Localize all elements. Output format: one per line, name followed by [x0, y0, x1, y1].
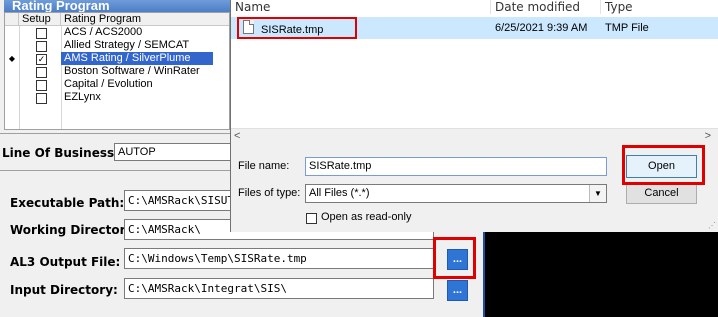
- read-only-checkbox[interactable]: [306, 213, 317, 224]
- rating-program-header: Rating Program: [4, 0, 230, 12]
- setup-checkbox[interactable]: [36, 67, 47, 78]
- rating-program-name: ACS / ACS2000: [64, 26, 143, 38]
- rating-program-name: Allied Strategy / SEMCAT: [64, 39, 190, 51]
- file-icon: [243, 20, 254, 34]
- line-of-business-field[interactable]: AUTOP: [114, 143, 234, 161]
- rating-program-row[interactable]: Allied Strategy / SEMCAT: [5, 39, 229, 52]
- rating-program-row[interactable]: EZLynx: [5, 91, 229, 104]
- open-button[interactable]: Open: [626, 155, 697, 178]
- files-of-type-value: All Files (*.*): [309, 187, 370, 199]
- files-of-type-label: Files of type:: [238, 187, 301, 199]
- line-of-business-label: Line Of Business:: [2, 146, 119, 160]
- current-row-indicator-icon: [5, 91, 19, 104]
- files-of-type-select[interactable]: All Files (*.*) ▼: [305, 184, 607, 203]
- file-type: TMP File: [605, 22, 649, 34]
- rating-program-name: Boston Software / WinRater: [64, 65, 200, 77]
- setup-checkbox[interactable]: [36, 28, 47, 39]
- current-row-indicator-icon: ◆: [8, 54, 16, 63]
- read-only-label: Open as read-only: [321, 211, 412, 223]
- scroll-right-icon[interactable]: >: [705, 130, 711, 142]
- current-row-indicator-icon: [5, 78, 19, 91]
- name-column-header[interactable]: Name: [231, 0, 491, 14]
- file-name-label: File name:: [238, 160, 290, 172]
- executable-path-label: Executable Path:: [10, 196, 125, 210]
- rating-program-grid: Setup Rating Program ACS / ACS2000 Allied…: [4, 12, 230, 130]
- rating-program-row[interactable]: ◆ ✓ AMS Rating / SilverPlume: [5, 52, 229, 65]
- window-edge: [483, 226, 485, 317]
- rating-program-name: Capital / Evolution: [64, 78, 153, 90]
- rating-program-name: AMS Rating / SilverPlume: [61, 52, 213, 65]
- file-date: 6/25/2021 9:39 AM: [495, 22, 588, 34]
- setup-column-header[interactable]: Setup: [19, 13, 61, 26]
- row-indicator-header: [5, 13, 19, 26]
- file-name: SISRate.tmp: [261, 24, 324, 36]
- al3-output-browse-button[interactable]: ...: [447, 249, 468, 270]
- current-row-indicator-icon: [5, 65, 19, 78]
- scroll-left-icon[interactable]: <: [234, 130, 240, 142]
- setup-checkbox[interactable]: [36, 80, 47, 91]
- resize-grip-icon[interactable]: ⋰: [708, 221, 716, 230]
- cancel-button[interactable]: Cancel: [626, 183, 697, 204]
- input-directory-label: Input Directory:: [10, 283, 118, 297]
- file-list: Name Date modified Type SISRate.tmp 6/25…: [231, 0, 718, 128]
- setup-checkbox[interactable]: [36, 41, 47, 52]
- chevron-down-icon[interactable]: ▼: [589, 185, 606, 202]
- input-directory-field[interactable]: C:\AMSRack\Integrat\SIS\: [124, 278, 434, 299]
- current-row-indicator-icon: [5, 39, 19, 52]
- rating-program-row[interactable]: Boston Software / WinRater: [5, 65, 229, 78]
- rating-program-row[interactable]: ACS / ACS2000: [5, 26, 229, 39]
- date-modified-column-header[interactable]: Date modified: [491, 0, 601, 14]
- file-name-cell[interactable]: SISRate.tmp: [237, 17, 357, 39]
- rating-program-name: EZLynx: [64, 91, 101, 103]
- working-directory-label: Working Directory:: [10, 223, 139, 237]
- al3-output-file-label: AL3 Output File:: [10, 255, 121, 269]
- rating-program-row[interactable]: Capital / Evolution: [5, 78, 229, 91]
- open-file-dialog: Name Date modified Type SISRate.tmp 6/25…: [230, 0, 718, 232]
- type-column-header[interactable]: Type: [601, 0, 718, 14]
- setup-checkbox[interactable]: ✓: [36, 54, 47, 65]
- file-row[interactable]: SISRate.tmp 6/25/2021 9:39 AM TMP File: [231, 17, 718, 39]
- file-name-input[interactable]: SISRate.tmp: [305, 157, 607, 176]
- setup-checkbox[interactable]: [36, 93, 47, 104]
- al3-output-file-field[interactable]: C:\Windows\Temp\SISRate.tmp: [124, 248, 434, 269]
- current-row-indicator-icon: [5, 26, 19, 39]
- input-directory-browse-button[interactable]: ...: [447, 280, 468, 301]
- rating-program-column-header[interactable]: Rating Program: [61, 13, 229, 26]
- horizontal-scrollbar[interactable]: < >: [231, 128, 718, 145]
